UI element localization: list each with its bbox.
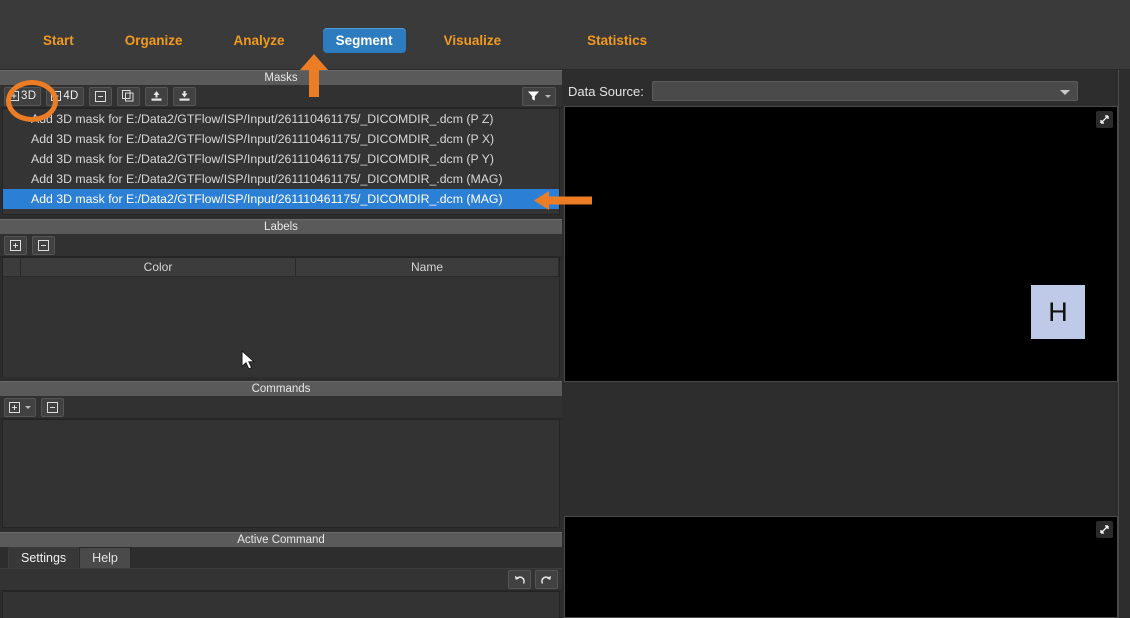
data-source-label: Data Source: bbox=[568, 83, 644, 99]
nav-item-segment[interactable]: Segment bbox=[322, 27, 406, 54]
add-4d-mask-label: 4D bbox=[63, 90, 79, 102]
remove-label-button[interactable] bbox=[32, 235, 55, 255]
chevron-down-icon bbox=[545, 94, 551, 98]
add-command-button[interactable] bbox=[4, 397, 36, 417]
plus-box-icon bbox=[51, 91, 62, 101]
redo-button[interactable] bbox=[535, 570, 558, 589]
nav-item-visualize[interactable]: Visualize bbox=[431, 28, 515, 54]
labels-col-color: Color bbox=[21, 258, 296, 276]
nav-item-organize[interactable]: Organize bbox=[112, 28, 196, 54]
active-command-toolbar bbox=[0, 569, 562, 591]
main-nav: Start Organize Analyze Segment Visualize Stat… bbox=[0, 26, 660, 55]
active-command-tabs: Settings Help bbox=[0, 547, 562, 569]
viewport-bottom[interactable] bbox=[564, 516, 1118, 618]
viewport-top[interactable]: H bbox=[564, 106, 1118, 382]
right-panel: Data Source: H bbox=[562, 70, 1130, 618]
remove-mask-button[interactable] bbox=[88, 86, 112, 106]
copy-mask-button[interactable] bbox=[116, 86, 140, 106]
minus-box-icon bbox=[38, 239, 49, 251]
expand-viewport-bottom-button[interactable] bbox=[1096, 521, 1113, 538]
left-panel: Masks 3D 4D Add 3D mask for E:/Data2/GTF… bbox=[0, 70, 562, 618]
labels-table-body[interactable] bbox=[3, 277, 559, 377]
masks-toolbar: 3D 4D bbox=[0, 85, 562, 108]
chevron-down-icon bbox=[25, 405, 31, 409]
mask-list-item[interactable]: Add 3D mask for E:/Data2/GTFlow/ISP/Inpu… bbox=[3, 169, 559, 189]
expand-viewport-top-button[interactable] bbox=[1096, 111, 1113, 128]
remove-command-button[interactable] bbox=[41, 397, 64, 417]
plus-box-icon bbox=[10, 239, 21, 251]
nav-item-start[interactable]: Start bbox=[30, 28, 87, 54]
import-mask-button[interactable] bbox=[144, 86, 168, 106]
masks-section-title: Masks bbox=[0, 70, 562, 85]
copy-icon bbox=[122, 90, 134, 102]
nav-item-analyze[interactable]: Analyze bbox=[221, 28, 298, 54]
minus-box-icon bbox=[94, 90, 106, 102]
expand-diagonal-icon bbox=[1100, 115, 1109, 124]
labels-section-title: Labels bbox=[0, 219, 562, 234]
undo-button[interactable] bbox=[508, 570, 531, 589]
tab-help[interactable]: Help bbox=[79, 547, 131, 568]
plus-box-icon bbox=[9, 91, 19, 101]
commands-toolbar bbox=[0, 396, 562, 419]
right-edge-strip bbox=[1118, 70, 1130, 618]
orientation-marker-h: H bbox=[1031, 285, 1085, 339]
export-mask-button[interactable] bbox=[172, 86, 196, 106]
expand-diagonal-icon bbox=[1100, 525, 1109, 534]
active-command-section-title: Active Command bbox=[0, 532, 562, 547]
top-navigation-bar: Start Organize Analyze Segment Visualize Stat… bbox=[0, 0, 1130, 70]
minus-box-icon bbox=[47, 401, 58, 413]
add-3d-mask-button[interactable]: 3D bbox=[4, 86, 42, 106]
commands-section-title: Commands bbox=[0, 381, 562, 396]
labels-toolbar bbox=[0, 234, 562, 257]
mask-list-item[interactable]: Add 3D mask for E:/Data2/GTFlow/ISP/Inpu… bbox=[3, 189, 559, 209]
orientation-marker-label: H bbox=[1048, 296, 1068, 327]
commands-list[interactable] bbox=[2, 419, 560, 528]
nav-item-statistics[interactable]: Statistics bbox=[574, 28, 660, 54]
labels-col-name: Name bbox=[296, 258, 559, 276]
redo-icon bbox=[541, 575, 551, 584]
mask-list-item[interactable]: Add 3D mask for E:/Data2/GTFlow/ISP/Inpu… bbox=[3, 109, 559, 129]
mask-list-item[interactable]: Add 3D mask for E:/Data2/GTFlow/ISP/Inpu… bbox=[3, 149, 559, 169]
labels-table-header: Color Name bbox=[3, 258, 559, 277]
chevron-down-icon bbox=[1060, 90, 1070, 95]
active-command-settings-panel[interactable] bbox=[2, 591, 560, 618]
funnel-filter-icon bbox=[528, 91, 539, 101]
filter-masks-button[interactable] bbox=[522, 86, 556, 106]
data-source-bar: Data Source: bbox=[562, 80, 1130, 102]
add-4d-mask-button[interactable]: 4D bbox=[46, 86, 84, 106]
data-source-dropdown[interactable] bbox=[651, 81, 1078, 101]
labels-table[interactable]: Color Name bbox=[2, 257, 560, 377]
undo-icon bbox=[515, 575, 525, 584]
download-tray-icon bbox=[179, 91, 190, 101]
tab-settings[interactable]: Settings bbox=[8, 547, 80, 568]
upload-tray-icon bbox=[151, 91, 162, 101]
labels-col-check bbox=[3, 258, 21, 276]
masks-list[interactable]: Add 3D mask for E:/Data2/GTFlow/ISP/Inpu… bbox=[2, 108, 560, 215]
add-label-button[interactable] bbox=[4, 235, 27, 255]
add-3d-mask-label: 3D bbox=[21, 90, 37, 102]
plus-box-icon bbox=[9, 401, 20, 413]
mask-list-item[interactable]: Add 3D mask for E:/Data2/GTFlow/ISP/Inpu… bbox=[3, 129, 559, 149]
